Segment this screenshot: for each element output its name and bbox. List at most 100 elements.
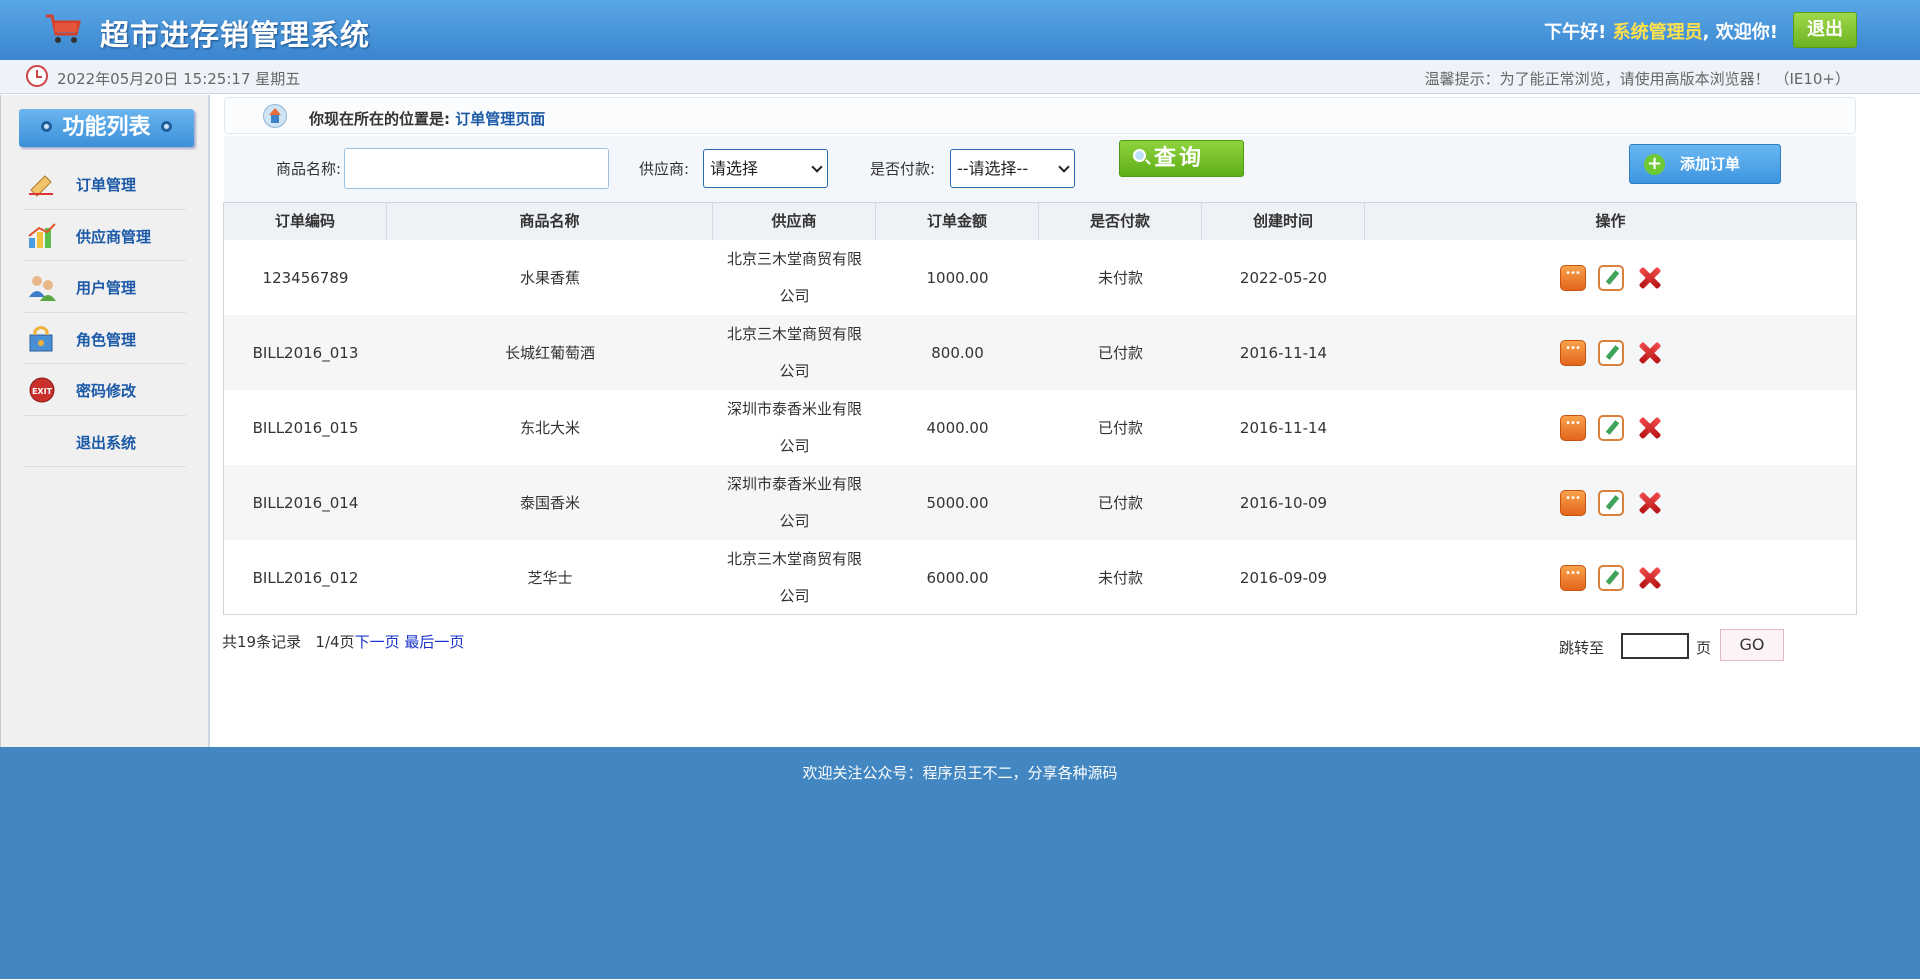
cell-created: 2016-09-09 [1239, 568, 1328, 587]
row-actions [1559, 489, 1662, 516]
sidebar-item-users[interactable]: 用户管理 [23, 261, 186, 313]
jump-page-input[interactable] [1621, 633, 1689, 659]
jump-label: 跳转至 [1559, 639, 1605, 657]
cell-paid: 已付款 [1097, 494, 1143, 512]
time-bar: 2022年05月20日 15:25:17 星期五 温馨提示：为了能正常浏览，请使… [0, 60, 1920, 94]
cell-actions [1365, 240, 1856, 315]
paid-select[interactable]: --请选择-- [950, 149, 1075, 188]
logout-button[interactable]: 退出 [1793, 12, 1857, 48]
search-button[interactable]: 查询 [1119, 140, 1244, 177]
sidebar-item-label: 订单管理 [76, 176, 137, 194]
delete-icon[interactable] [1636, 565, 1662, 591]
cell-supplier: 北京三木堂商贸有限公司 [726, 249, 862, 305]
filter-bar: 商品名称: 供应商: 请选择 是否付款: --请选择-- 查询 + 添加订单 [224, 136, 1856, 202]
record-count: 共19条记录 [222, 633, 302, 651]
sidebar-item-label: 角色管理 [76, 330, 137, 349]
last-page-link[interactable]: 最后一页 [404, 633, 464, 651]
product-name-input[interactable] [344, 148, 609, 189]
table-row: BILL2016_012 芝华士 北京三木堂商贸有限公司 6000.00 未付款 2016… [224, 540, 1856, 615]
edit-icon[interactable] [1597, 564, 1624, 591]
cell-actions [1365, 540, 1856, 615]
cart-icon [46, 14, 81, 43]
column-header: 创建时间 [1202, 203, 1365, 240]
cell-paid: 未付款 [1097, 269, 1143, 287]
exit-icon: EXIT [27, 376, 57, 404]
edit-icon[interactable] [1597, 264, 1624, 291]
chevron-down-icon [1058, 161, 1070, 173]
column-header: 操作 [1595, 212, 1626, 230]
sidebar-item-order[interactable]: 订单管理 [23, 158, 186, 210]
sidebar-item-label: 供应商管理 [76, 227, 152, 246]
column-header: 供应商 [713, 203, 876, 240]
column-header: 订单编码 [224, 203, 387, 240]
cell-paid: 已付款 [1097, 419, 1143, 437]
delete-icon[interactable] [1636, 415, 1662, 441]
greeting: 下午好! 系统管理员, 欢迎你! [1544, 18, 1778, 44]
cell-actions [1365, 465, 1856, 540]
view-icon[interactable] [1559, 489, 1586, 516]
cell-code: BILL2016_012 [252, 568, 359, 587]
svg-text:EXIT: EXIT [32, 387, 53, 396]
cell-amount: 800.00 [931, 343, 984, 362]
cell-supplier: 北京三木堂商贸有限公司 [726, 549, 862, 605]
cell-code: 123456789 [262, 268, 349, 287]
sidebar-item-logout[interactable]: 退出系统 [23, 416, 186, 467]
edit-icon[interactable] [1597, 489, 1624, 516]
delete-icon[interactable] [1636, 340, 1662, 366]
cell-paid: 未付款 [1097, 569, 1143, 587]
search-icon [1133, 149, 1146, 162]
edit-icon[interactable] [1597, 339, 1624, 366]
view-icon[interactable] [1559, 339, 1586, 366]
cell-amount: 6000.00 [926, 568, 989, 587]
cell-amount: 4000.00 [926, 418, 989, 437]
cell-actions [1365, 315, 1856, 390]
product-name-label: 商品名称: [276, 160, 342, 178]
view-icon[interactable] [1559, 264, 1586, 291]
table-row: BILL2016_013 长城红葡萄酒 北京三木堂商贸有限公司 800.00 已付款 20… [224, 315, 1856, 390]
supplier-icon [27, 222, 57, 250]
next-page-link[interactable]: 下一页 [355, 633, 400, 651]
view-icon[interactable] [1559, 414, 1586, 441]
current-datetime: 2022年05月20日 15:25:17 星期五 [57, 70, 301, 88]
cell-code: BILL2016_013 [252, 343, 359, 362]
cell-paid: 已付款 [1097, 344, 1143, 362]
home-icon [263, 104, 287, 128]
column-header: 是否付款 [1039, 203, 1202, 240]
bullet-icon [41, 120, 53, 132]
view-icon[interactable] [1559, 564, 1586, 591]
cell-created: 2016-11-14 [1239, 343, 1328, 362]
supplier-select-value: 请选择 [710, 159, 759, 178]
order-icon [27, 170, 57, 198]
delete-icon[interactable] [1636, 265, 1662, 291]
cell-product: 东北大米 [519, 419, 580, 437]
row-actions [1559, 264, 1662, 291]
sidebar-item-password[interactable]: EXIT 密码修改 [23, 364, 186, 416]
paid-select-value: --请选择-- [957, 159, 1029, 178]
table-header: 订单编码 商品名称 供应商 订单金额 是否付款 创建时间 操作 [224, 203, 1856, 240]
location-page: 订单管理页面 [455, 110, 546, 128]
greeting-prefix: 下午好! [1544, 22, 1607, 43]
edit-icon[interactable] [1597, 414, 1624, 441]
user-role: 系统管理员 [1612, 22, 1703, 43]
sidebar-item-supplier[interactable]: 供应商管理 [23, 210, 186, 261]
greeting-suffix: , 欢迎你! [1702, 22, 1778, 43]
sidebar-menu: 订单管理 供应商管理 用户管理 角色管理 EXIT 密码修改 退出系统 [23, 158, 186, 467]
cell-actions [1365, 390, 1856, 465]
column-header: 商品名称 [387, 203, 713, 240]
delete-icon[interactable] [1636, 490, 1662, 516]
supplier-select[interactable]: 请选择 [703, 149, 828, 188]
sidebar-item-label: 用户管理 [76, 279, 137, 297]
cell-amount: 1000.00 [926, 268, 989, 287]
sidebar-item-role[interactable]: 角色管理 [23, 313, 186, 364]
pagination: 共19条记录 1/4页下一页 最后一页 [222, 631, 464, 652]
browser-tip: 温馨提示：为了能正常浏览，请使用高版本浏览器！ （IE10+） [1424, 70, 1850, 88]
cell-product: 水果香蕉 [519, 269, 580, 287]
add-order-button[interactable]: + 添加订单 [1629, 144, 1781, 184]
table-row: BILL2016_014 泰国香米 深圳市泰香米业有限公司 5000.00 已付款 201… [224, 465, 1856, 540]
role-icon [27, 325, 57, 353]
jump-unit: 页 [1696, 639, 1712, 657]
table-row: 123456789 水果香蕉 北京三木堂商贸有限公司 1000.00 未付款 2022-0… [224, 240, 1856, 315]
sidebar-item-label: 密码修改 [76, 382, 137, 400]
clock-icon [26, 65, 48, 87]
go-button[interactable]: GO [1720, 629, 1784, 661]
